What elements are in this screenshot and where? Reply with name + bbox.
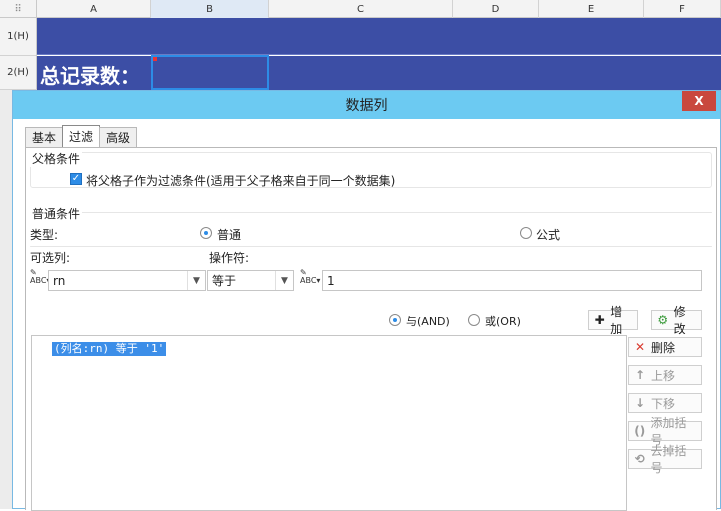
- type-radio-normal-label: 普通: [217, 228, 242, 242]
- abc-value-type-icon[interactable]: ✎ ABC▾: [300, 269, 320, 289]
- row-header-1[interactable]: 1(H): [0, 18, 37, 56]
- modify-button[interactable]: ⚙ 修改: [651, 305, 702, 336]
- add-button-label: 增加: [610, 305, 623, 336]
- logic-radio-or[interactable]: [468, 314, 480, 326]
- type-divider: [30, 246, 712, 247]
- common-condition-label: 普通条件: [30, 205, 83, 222]
- column-header-a[interactable]: A: [37, 0, 151, 18]
- column-select-value: rn: [53, 273, 66, 288]
- delete-button[interactable]: ✕ 删除: [628, 337, 702, 357]
- chevron-down-icon[interactable]: ▼: [187, 271, 205, 290]
- operator-select[interactable]: 等于 ▼: [207, 270, 294, 291]
- dialog-title: 数据列: [345, 98, 388, 114]
- add-bracket-button[interactable]: () 添加括号: [628, 416, 702, 447]
- plus-icon: ✚: [594, 313, 605, 327]
- dialog-titlebar[interactable]: 数据列 X: [13, 91, 720, 119]
- left-scroll-area: [0, 90, 12, 509]
- x-icon: ✕: [634, 340, 646, 354]
- row-1-cells[interactable]: [37, 18, 721, 55]
- condition-list[interactable]: (列名:rn) 等于 '1': [31, 335, 627, 511]
- operator-select-value: 等于: [212, 274, 237, 288]
- operator-label: 操作符:: [209, 251, 250, 265]
- move-down-button-label: 下移: [651, 396, 676, 411]
- parent-filter-checkbox-label: 将父格子作为过滤条件(适用于父子格来自于同一个数据集): [86, 174, 396, 188]
- close-button[interactable]: X: [682, 91, 716, 111]
- move-down-button[interactable]: ↓ 下移: [628, 393, 702, 413]
- remove-bracket-icon: ⟲: [634, 452, 645, 466]
- logic-radio-and-label: 与(AND): [406, 315, 450, 328]
- parent-condition-label: 父格条件: [30, 150, 83, 167]
- arrow-down-icon: ↓: [634, 396, 646, 410]
- type-radio-formula[interactable]: [520, 227, 532, 239]
- column-header-bar: ⠿ A B C D E F: [0, 0, 721, 18]
- add-button[interactable]: ✚ 增加: [588, 305, 638, 336]
- cell-marker: [153, 57, 157, 61]
- type-label: 类型:: [30, 228, 59, 242]
- gear-icon: ⚙: [657, 313, 669, 327]
- column-header-e[interactable]: E: [539, 0, 644, 18]
- tab-basic[interactable]: 基本: [25, 127, 64, 147]
- chevron-down-icon[interactable]: ▼: [275, 271, 293, 290]
- remove-bracket-button[interactable]: ⟲ 去掉括号: [628, 444, 702, 475]
- column-header-c[interactable]: C: [269, 0, 453, 18]
- data-column-dialog: 数据列 X 基本 过滤 高级 父格条件 ✓ 将父格子作为过滤条件(适用于父子格来…: [12, 90, 721, 511]
- abc-type-icon: ✎ ABC▾: [30, 268, 51, 285]
- column-label: 可选列:: [30, 251, 71, 265]
- delete-button-label: 删除: [651, 340, 676, 355]
- column-select[interactable]: rn ▼: [48, 270, 206, 291]
- logic-radio-and[interactable]: [389, 314, 401, 326]
- common-condition-divider: [30, 212, 712, 213]
- column-header-f[interactable]: F: [644, 0, 721, 18]
- list-item[interactable]: (列名:rn) 等于 '1': [52, 342, 167, 356]
- column-header-b[interactable]: B: [151, 0, 269, 18]
- move-up-button[interactable]: ↑ 上移: [628, 365, 702, 385]
- move-up-button-label: 上移: [651, 368, 676, 383]
- selected-cell-b2[interactable]: [151, 55, 269, 90]
- tab-advanced[interactable]: 高级: [99, 127, 138, 147]
- column-header-d[interactable]: D: [453, 0, 539, 18]
- bracket-icon: (): [634, 424, 646, 438]
- condition-value-text: 1: [327, 273, 335, 288]
- row-header-2[interactable]: 2(H): [0, 56, 37, 90]
- dialog-tabs: 基本 过滤 高级: [25, 125, 138, 147]
- title-cell[interactable]: 总记录数：: [40, 60, 140, 89]
- arrow-up-icon: ↑: [634, 368, 646, 382]
- tab-filter[interactable]: 过滤: [62, 125, 101, 147]
- logic-radio-or-label: 或(OR): [485, 315, 521, 328]
- type-radio-normal[interactable]: [200, 227, 212, 239]
- type-radio-formula-label: 公式: [536, 228, 561, 242]
- select-all-corner[interactable]: ⠿: [0, 0, 37, 18]
- parent-filter-checkbox[interactable]: ✓: [70, 173, 82, 185]
- condition-value-input[interactable]: 1: [322, 270, 702, 291]
- modify-button-label: 修改: [673, 305, 686, 336]
- remove-bracket-button-label: 去掉括号: [650, 444, 687, 475]
